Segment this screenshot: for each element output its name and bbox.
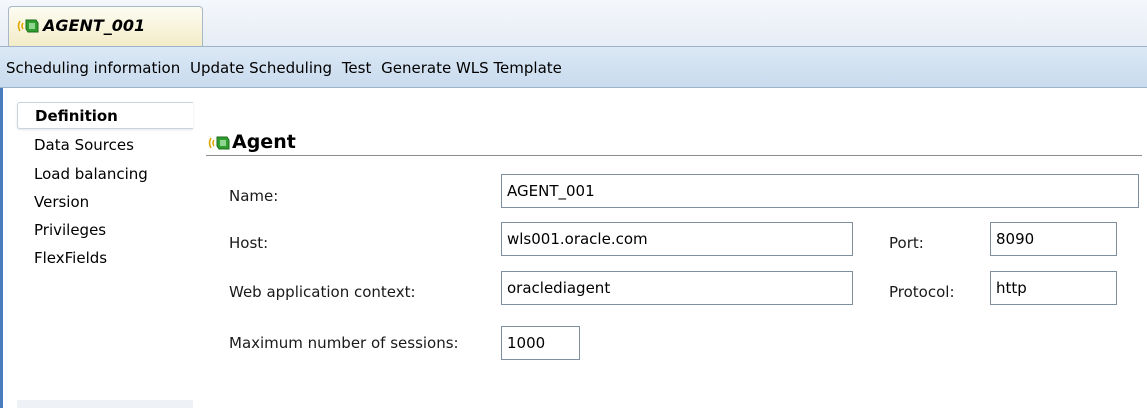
name-field[interactable]: AGENT_001 [501,174,1139,208]
nav-item-privileges[interactable]: Privileges [17,217,193,244]
agent-icon [17,17,39,35]
max-sessions-label: Maximum number of sessions: [229,334,459,352]
panel-divider [206,155,1142,156]
editor-tab-title: AGENT_001 [43,16,146,35]
agent-editor-window: AGENT_001 Scheduling information Update … [0,0,1147,408]
name-label: Name: [229,187,279,205]
host-field[interactable]: wls001.oracle.com [501,222,853,256]
web-context-field[interactable]: oraclediagent [501,271,853,305]
side-nav: Definition Data Sources Load balancing V… [17,100,193,400]
port-label: Port: [889,234,924,252]
editor-tab-strip: AGENT_001 [0,0,1147,46]
generate-wls-template-link[interactable]: Generate WLS Template [381,59,562,77]
panel-title: Agent [232,131,296,153]
nav-item-load-balancing[interactable]: Load balancing [17,161,193,188]
protocol-field[interactable]: http [990,271,1117,305]
port-field[interactable]: 8090 [990,222,1117,256]
web-context-label: Web application context: [229,283,416,301]
max-sessions-field[interactable]: 1000 [501,326,580,360]
protocol-label: Protocol: [889,283,955,301]
editor-tab-agent[interactable]: AGENT_001 [8,6,203,46]
update-scheduling-link[interactable]: Update Scheduling [190,59,332,77]
test-link[interactable]: Test [342,59,372,77]
action-link-bar: Scheduling information Update Scheduling… [0,46,1147,88]
nav-item-definition[interactable]: Definition [17,102,193,129]
scheduling-information-link[interactable]: Scheduling information [6,59,180,77]
host-label: Host: [229,234,269,252]
agent-icon [208,134,230,152]
nav-item-data-sources[interactable]: Data Sources [17,132,193,159]
nav-item-flexfields[interactable]: FlexFields [17,245,193,272]
nav-item-version[interactable]: Version [17,189,193,216]
